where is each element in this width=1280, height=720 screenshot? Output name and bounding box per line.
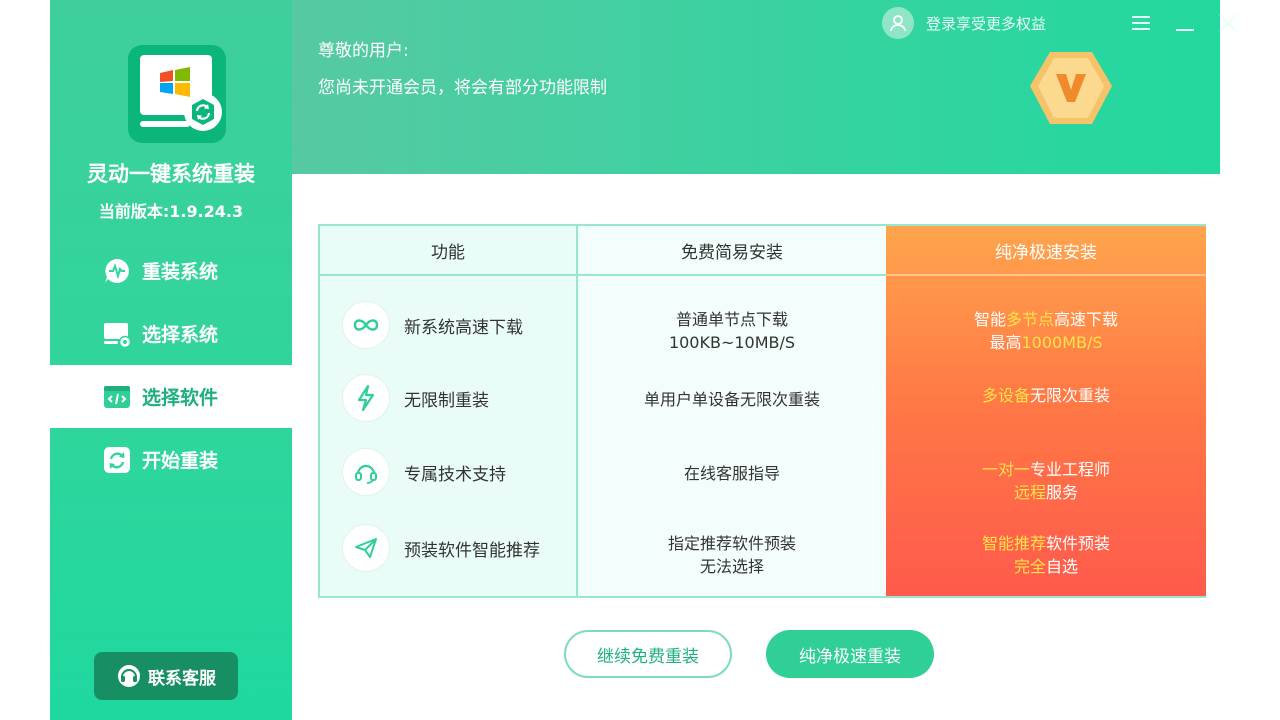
login-link[interactable]: 登录享受更多权益 (882, 6, 1046, 40)
cell-line: 远程服务 (1014, 481, 1078, 504)
chat-pulse-icon (102, 256, 132, 286)
sidebar-item-label: 选择软件 (142, 387, 219, 409)
cell-line: 100KB~10MB/S (668, 333, 796, 352)
menu-button[interactable] (1128, 10, 1154, 36)
avatar-icon (882, 7, 914, 39)
continue-free-reinstall-button[interactable]: 继续免费重装 (564, 630, 732, 678)
feature-row: 专属技术支持 (342, 448, 506, 496)
cell-line: 一对一专业工程师 (982, 458, 1110, 481)
cell-line: 普通单节点下载 (675, 310, 788, 329)
refresh-badge-icon (184, 93, 222, 131)
app-window: 灵动一键系统重装 当前版本:1.9.24.3 重装系统 选择系统 选择软件 开始… (50, 0, 1237, 720)
paper-plane-icon (342, 524, 390, 572)
support-label: 联系客服 (148, 668, 216, 689)
sidebar-item-reinstall-system[interactable]: 重装系统 (50, 239, 292, 302)
cell-line: 指定推荐软件预装 (667, 534, 796, 553)
premium-plan-column: 纯净极速安装 智能多节点高速下载 最高1000MB/S 多设备无限次重装 一对一… (886, 226, 1206, 596)
sidebar-item-label: 开始重装 (142, 450, 219, 472)
cell-highlight: 一对一 (981, 460, 1030, 479)
headset-icon (342, 448, 390, 496)
cell-line: 完全自选 (1014, 555, 1078, 578)
infinity-icon (342, 301, 390, 349)
feature-label: 无限制重装 (404, 390, 489, 411)
app-title: 灵动一键系统重装 (87, 162, 255, 186)
cell-text: 自选 (1046, 557, 1079, 576)
cell-line: 智能多节点高速下载 (974, 308, 1118, 331)
cell-highlight: 1000MB/S (1021, 333, 1103, 352)
cell-highlight: 多节点 (1005, 310, 1054, 329)
code-window-icon (102, 382, 132, 412)
cell-highlight: 远程 (1013, 483, 1046, 502)
sidebar-item-label: 选择系统 (142, 324, 219, 346)
column-header: 功能 (320, 226, 576, 276)
login-label: 登录享受更多权益 (926, 14, 1047, 33)
close-button[interactable] (1214, 10, 1242, 36)
membership-notice: 您尚未开通会员，将会有部分功能限制 (318, 78, 607, 98)
premium-cell: 一对一专业工程师 远程服务 (886, 456, 1206, 506)
app-version: 当前版本:1.9.24.3 (98, 202, 244, 221)
cell-text: 服务 (1046, 483, 1079, 502)
close-icon (1219, 14, 1237, 32)
feature-column: 功能 新系统高速下载 无限制重装 专属技术支持 预装软件智能推荐 (320, 226, 576, 596)
cell-highlight: 完全 (1013, 557, 1046, 576)
free-plan-column: 免费简易安装 普通单节点下载 100KB~10MB/S 单用户单设备无限次重装 … (576, 226, 886, 596)
column-header: 纯净极速安装 (886, 226, 1206, 276)
pure-fast-reinstall-button[interactable]: 纯净极速重装 (766, 630, 934, 678)
refresh-icon (102, 445, 132, 475)
free-cell: 在线客服指导 (578, 458, 886, 488)
cell-text: 专业工程师 (1030, 460, 1111, 479)
cell-line: 无法选择 (699, 557, 764, 576)
column-header: 免费简易安装 (578, 226, 886, 276)
contact-support-button[interactable]: 联系客服 (94, 652, 238, 700)
comparison-table: 功能 新系统高速下载 无限制重装 专属技术支持 预装软件智能推荐 免费简易安装 … (318, 224, 1206, 598)
premium-cell: 智能推荐软件预装 完全自选 (886, 530, 1206, 580)
sidebar-item-select-system[interactable]: 选择系统 (50, 302, 292, 365)
cell-line: 智能推荐软件预装 (982, 532, 1110, 555)
vip-badge-icon (1030, 52, 1112, 124)
free-cell: 指定推荐软件预装 无法选择 (578, 530, 886, 580)
minimize-icon (1176, 29, 1194, 31)
feature-label: 新系统高速下载 (404, 317, 523, 338)
greeting-text: 尊敬的用户: (318, 41, 409, 61)
headset-icon (118, 665, 140, 687)
cell-text: 高速下载 (1054, 310, 1119, 329)
sidebar: 灵动一键系统重装 当前版本:1.9.24.3 重装系统 选择系统 选择软件 开始… (50, 0, 292, 720)
cell-line: 单用户单设备无限次重装 (643, 389, 820, 409)
feature-label: 专属技术支持 (404, 464, 506, 485)
menu-icon (1132, 16, 1150, 30)
feature-label: 预装软件智能推荐 (404, 540, 540, 561)
feature-row: 无限制重装 (342, 374, 489, 422)
cell-line: 多设备无限次重装 (982, 384, 1110, 407)
app-logo (128, 45, 226, 143)
sidebar-item-start-reinstall[interactable]: 开始重装 (50, 428, 292, 491)
cell-text: 智能 (973, 310, 1006, 329)
logo-bar (140, 121, 190, 127)
premium-cell: 智能多节点高速下载 最高1000MB/S (886, 306, 1206, 356)
cell-line: 在线客服指导 (683, 463, 780, 483)
free-cell: 单用户单设备无限次重装 (578, 384, 886, 414)
lightning-icon (342, 374, 390, 422)
windows-logo-icon (160, 67, 190, 97)
monitor-gear-icon (102, 319, 132, 349)
cell-highlight: 多设备 (981, 385, 1030, 405)
minimize-button[interactable] (1172, 10, 1198, 36)
cell-text: 无限次重装 (1030, 385, 1111, 405)
cell-highlight: 智能推荐 (981, 534, 1046, 553)
header-banner: 尊敬的用户: 您尚未开通会员，将会有部分功能限制 登录享受更多权益 (292, 0, 1237, 174)
sidebar-item-label: 重装系统 (142, 261, 219, 283)
premium-cell: 多设备无限次重装 (886, 380, 1206, 410)
cell-text: 软件预装 (1046, 534, 1111, 553)
cell-text: 最高 (989, 333, 1022, 352)
sidebar-item-select-software[interactable]: 选择软件 (50, 365, 292, 428)
free-cell: 普通单节点下载 100KB~10MB/S (578, 306, 886, 356)
cell-line: 最高1000MB/S (989, 331, 1102, 354)
feature-row: 新系统高速下载 (342, 301, 523, 349)
feature-row: 预装软件智能推荐 (342, 524, 540, 572)
